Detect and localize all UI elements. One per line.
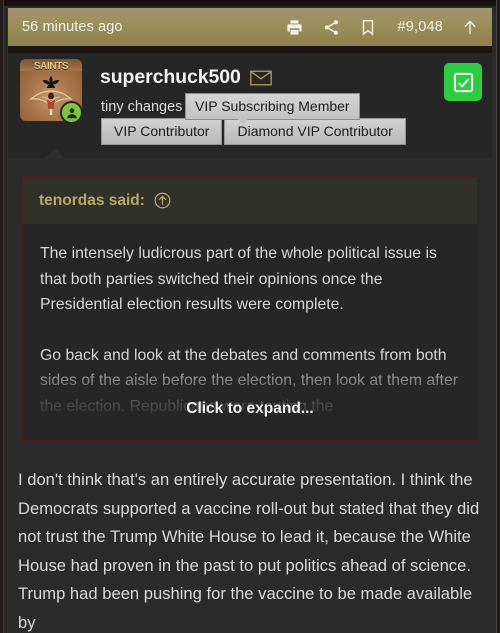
- post-actions: #9,048: [284, 17, 480, 37]
- post-user-header: SAINTS superchuck500 tiny changes VIP Su…: [8, 53, 492, 159]
- quote-author-label[interactable]: tenordas said:: [39, 192, 145, 210]
- username[interactable]: superchuck500: [100, 66, 241, 89]
- envelope-icon[interactable]: [249, 70, 272, 86]
- post-bubble-tail: [44, 148, 66, 159]
- user-title: tiny changes: [101, 99, 183, 115]
- meta-bar-shadow: [8, 46, 492, 53]
- user-badges: VIP Contributor Diamond VIP Contributor: [101, 118, 406, 145]
- window-left-edge: [0, 0, 4, 633]
- share-icon[interactable]: [321, 17, 341, 37]
- user-badge-vip-contributor[interactable]: VIP Contributor: [101, 118, 223, 145]
- post-timestamp: 56 minutes ago: [22, 19, 123, 35]
- post-paragraph: I don't think that's an entirely accurat…: [18, 470, 480, 632]
- post-message-body: I don't think that's an entirely accurat…: [18, 466, 484, 633]
- post-meta-bar: 56 minutes ago #9,048: [8, 8, 492, 46]
- online-status-badge: [60, 101, 83, 124]
- user-badge-diamond-vip-contributor[interactable]: Diamond VIP Contributor: [224, 118, 406, 145]
- window-top-edge: [0, 0, 500, 6]
- quoted-post[interactable]: tenordas said: The intensely ludicrous p…: [22, 176, 478, 441]
- jump-to-post-icon[interactable]: [153, 191, 172, 210]
- post-number[interactable]: #9,048: [397, 19, 443, 35]
- quote-body: The intensely ludicrous part of the whol…: [23, 224, 477, 440]
- username-row: superchuck500: [100, 66, 272, 89]
- scroll-to-top-icon[interactable]: [460, 17, 480, 37]
- bookmark-icon[interactable]: [358, 17, 378, 37]
- print-icon[interactable]: [284, 17, 304, 37]
- avatar[interactable]: SAINTS: [20, 59, 83, 124]
- avatar-wordmark: SAINTS: [33, 61, 69, 72]
- window-right-edge: [496, 0, 500, 633]
- user-banner-tooltip: VIP Subscribing Member: [185, 93, 360, 124]
- post-select-checkbox[interactable]: [444, 63, 482, 101]
- quote-paragraph: The intensely ludicrous part of the whol…: [40, 245, 437, 313]
- forum-post-screen: 56 minutes ago #9,048 SAINTS superchuck5…: [0, 0, 500, 633]
- click-to-expand-label[interactable]: Click to expand...: [23, 400, 477, 418]
- quote-header: tenordas said:: [23, 177, 477, 224]
